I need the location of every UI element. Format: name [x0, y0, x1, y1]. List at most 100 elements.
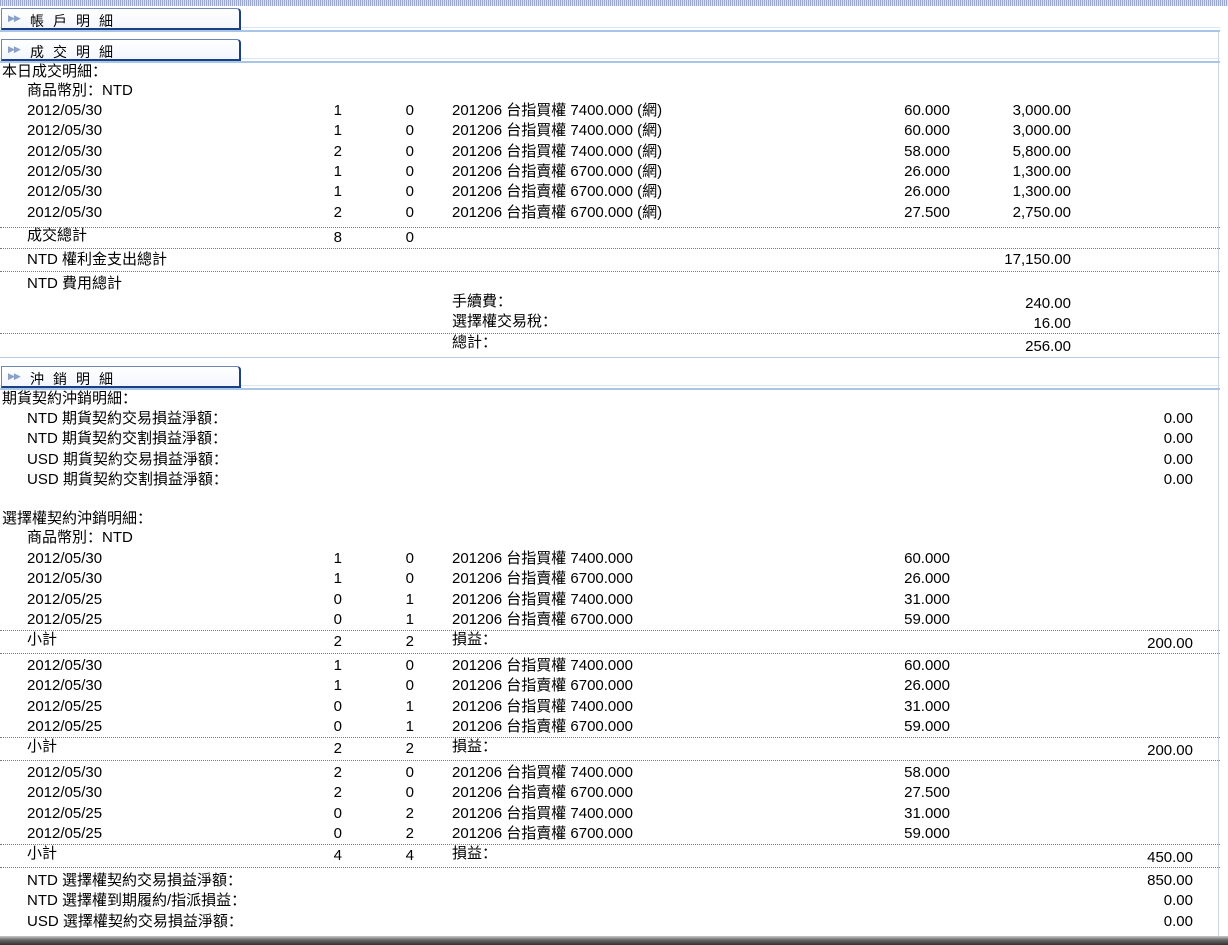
option-subtotal-buy: 2	[333, 633, 342, 650]
trade-row-sell: 0	[405, 122, 414, 139]
section-title-trade: 成交明細	[30, 44, 122, 60]
option-row-product: 201206 台指賣權 6700.000	[452, 825, 633, 842]
option-row-buy: 1	[333, 657, 342, 674]
divider	[0, 867, 1220, 868]
divider	[0, 271, 1220, 272]
divider	[0, 227, 1220, 228]
trade-row-amount: 1,300.00	[1012, 163, 1071, 180]
option-subtotal-sell: 4	[405, 847, 414, 864]
option-row-buy: 2	[333, 764, 342, 781]
option-row-price: 59.000	[904, 611, 950, 628]
trade-row-amount: 3,000.00	[1012, 102, 1071, 119]
option-row-date: 2012/05/25	[27, 611, 103, 628]
option-row-sell: 1	[405, 698, 414, 715]
commission-label: 手續費：	[452, 293, 513, 310]
option-row-price: 59.000	[904, 718, 950, 735]
trade-row-price: 26.000	[904, 183, 950, 200]
section-header-trade[interactable]: ▶▶ 成交明細	[0, 38, 1220, 64]
futures-line-label: USD 期貨契約交易損益淨額：	[27, 451, 228, 468]
options-summary-value: 850.00	[1147, 872, 1193, 889]
option-row-sell: 1	[405, 718, 414, 735]
option-pl-label: 損益：	[452, 631, 498, 648]
trade-row-buy: 2	[333, 143, 342, 160]
section-header-account[interactable]: ▶▶ 帳戶明細	[0, 7, 1220, 33]
option-row-price: 26.000	[904, 677, 950, 694]
options-currency-label: 商品幣別：NTD	[27, 529, 133, 546]
option-row-date: 2012/05/25	[27, 825, 103, 842]
option-row-buy: 0	[333, 698, 342, 715]
option-row-sell: 2	[405, 825, 414, 842]
option-pl-value: 450.00	[1147, 849, 1193, 866]
option-row-product: 201206 台指賣權 6700.000	[452, 570, 633, 587]
futures-line-label: NTD 期貨契約交割損益淨額：	[27, 430, 227, 447]
option-row-price: 60.000	[904, 550, 950, 567]
trade-row-date: 2012/05/30	[27, 122, 103, 139]
option-subtotal-label: 小計	[27, 631, 58, 648]
option-row-product: 201206 台指買權 7400.000	[452, 805, 633, 822]
option-row-sell: 0	[405, 764, 414, 781]
trade-total-buy: 8	[333, 229, 342, 246]
trade-row-sell: 0	[405, 163, 414, 180]
trade-row-buy: 1	[333, 102, 342, 119]
trade-row-buy: 2	[333, 204, 342, 221]
option-pl-value: 200.00	[1147, 742, 1193, 759]
commission-value: 240.00	[1025, 295, 1071, 312]
futures-heading: 期貨契約沖銷明細：	[2, 390, 138, 407]
option-row-product: 201206 台指賣權 6700.000	[452, 677, 633, 694]
option-row-sell: 0	[405, 657, 414, 674]
option-row-date: 2012/05/30	[27, 550, 103, 567]
option-subtotal-label: 小計	[27, 845, 58, 862]
trade-row-price: 27.500	[904, 204, 950, 221]
option-row-sell: 1	[405, 611, 414, 628]
option-row-buy: 0	[333, 591, 342, 608]
trade-row-product: 201206 台指買權 7400.000 (網)	[452, 102, 663, 119]
option-row-product: 201206 台指賣權 6700.000	[452, 611, 633, 628]
futures-line-label: NTD 期貨契約交易損益淨額：	[27, 410, 227, 427]
trade-total-sell: 0	[405, 229, 414, 246]
option-row-price: 58.000	[904, 764, 950, 781]
option-subtotal-buy: 2	[333, 740, 342, 757]
trade-row-buy: 1	[333, 183, 342, 200]
tax-value: 16.00	[1033, 315, 1071, 332]
option-row-sell: 0	[405, 677, 414, 694]
trade-row-date: 2012/05/30	[27, 183, 103, 200]
trade-row-product: 201206 台指賣權 6700.000 (網)	[452, 204, 663, 221]
trade-row-buy: 1	[333, 122, 342, 139]
options-summary-label: NTD 選擇權到期履約/指派損益：	[27, 892, 247, 909]
option-row-product: 201206 台指買權 7400.000	[452, 698, 633, 715]
expand-arrow-icon: ▶▶	[8, 44, 21, 54]
option-row-product: 201206 台指賣權 6700.000	[452, 784, 633, 801]
option-row-date: 2012/05/30	[27, 764, 103, 781]
divider	[0, 844, 1220, 845]
page: { "sections": { "account": "帳戶明細", "trad…	[0, 0, 1228, 945]
futures-line-value: 0.00	[1163, 410, 1193, 427]
premium-label: NTD 權利金支出總計	[27, 251, 167, 268]
option-row-date: 2012/05/25	[27, 805, 103, 822]
futures-line-value: 0.00	[1163, 430, 1193, 447]
section-tab-account[interactable]: ▶▶ 帳戶明細	[1, 8, 241, 30]
trade-row-amount: 1,300.00	[1012, 183, 1071, 200]
option-row-price: 31.000	[904, 591, 950, 608]
option-subtotal-buy: 4	[333, 847, 342, 864]
options-summary-value: 0.00	[1163, 913, 1193, 930]
trade-row-product: 201206 台指賣權 6700.000 (網)	[452, 183, 663, 200]
trade-currency-label: 商品幣別：NTD	[27, 82, 133, 99]
trade-row-product: 201206 台指買權 7400.000 (網)	[452, 122, 663, 139]
option-row-sell: 0	[405, 570, 414, 587]
option-row-buy: 1	[333, 570, 342, 587]
option-row-buy: 1	[333, 550, 342, 567]
trade-row-buy: 1	[333, 163, 342, 180]
futures-line-value: 0.00	[1163, 451, 1193, 468]
option-row-date: 2012/05/25	[27, 698, 103, 715]
option-row-price: 31.000	[904, 805, 950, 822]
option-row-price: 31.000	[904, 698, 950, 715]
section-header-offset[interactable]: ▶▶ 沖銷明細	[0, 365, 1220, 391]
trade-row-amount: 5,800.00	[1012, 143, 1071, 160]
option-row-product: 201206 台指買權 7400.000	[452, 764, 633, 781]
section-tab-trade[interactable]: ▶▶ 成交明細	[1, 39, 241, 61]
section-tab-offset[interactable]: ▶▶ 沖銷明細	[1, 366, 241, 388]
trade-row-amount: 3,000.00	[1012, 122, 1071, 139]
options-summary-label: USD 選擇權契約交易損益淨額：	[27, 913, 243, 930]
trade-row-date: 2012/05/30	[27, 102, 103, 119]
option-row-product: 201206 台指賣權 6700.000	[452, 718, 633, 735]
